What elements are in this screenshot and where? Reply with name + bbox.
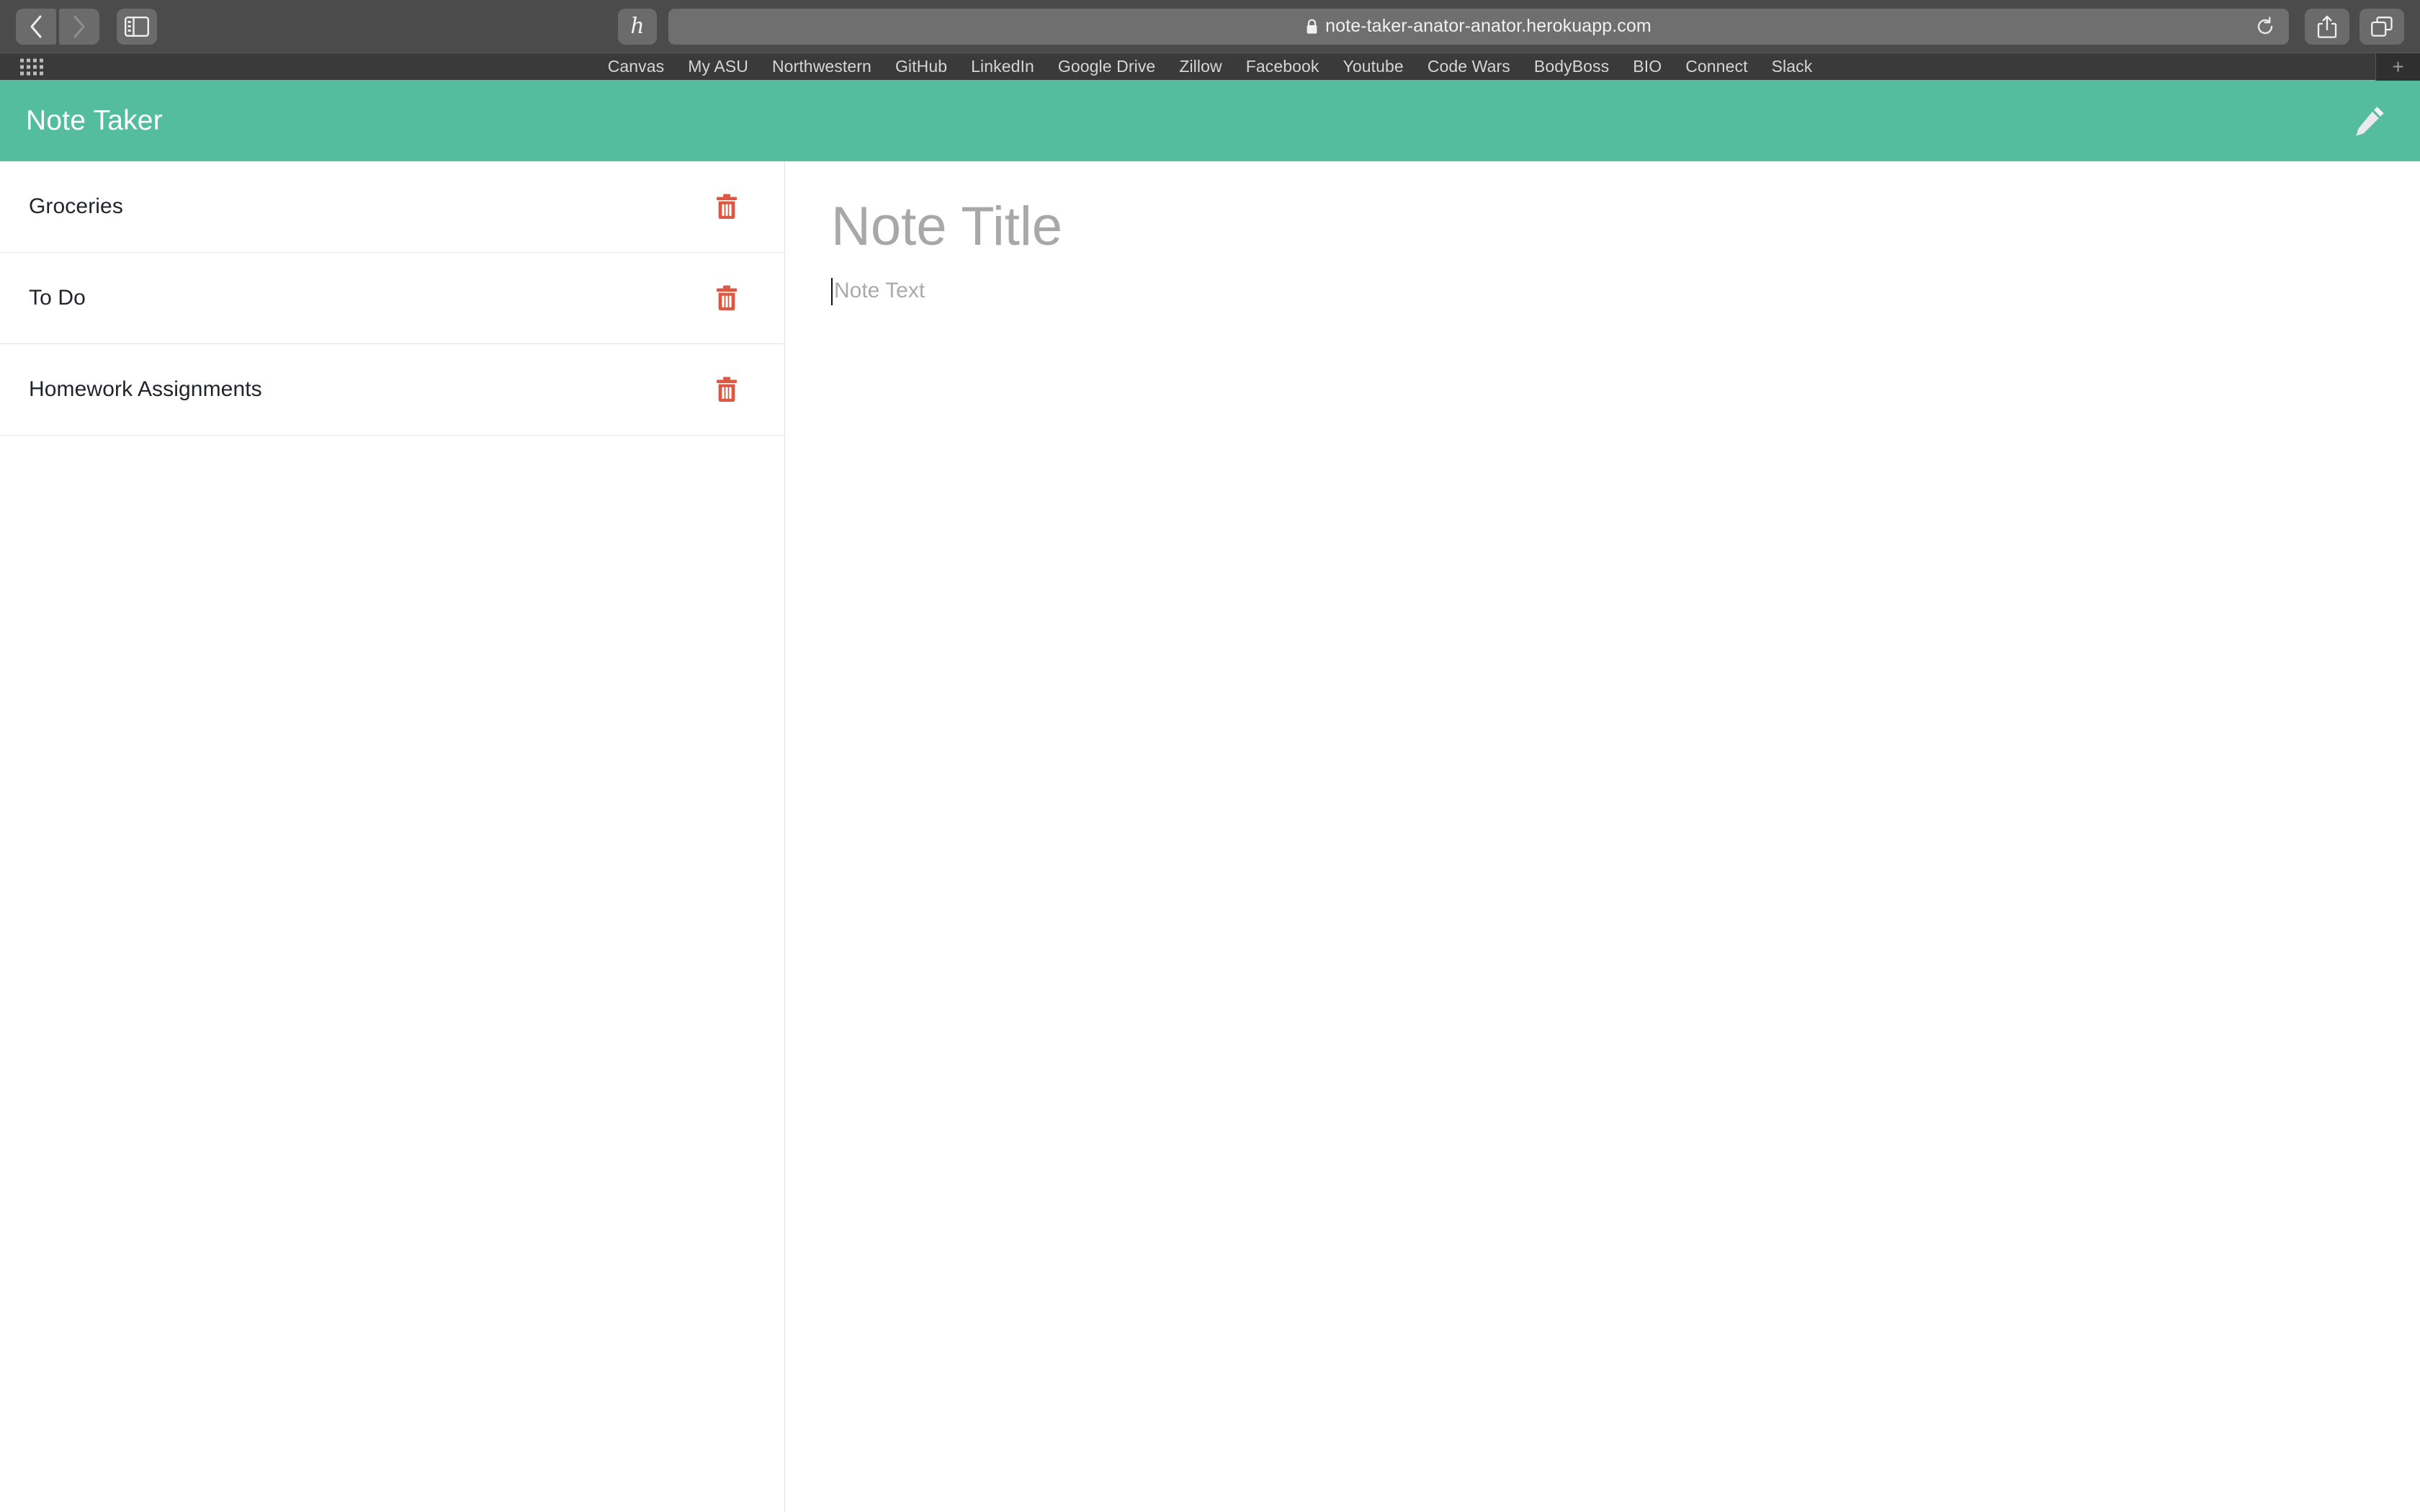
tab-overview-button[interactable]	[2360, 8, 2404, 45]
reload-icon	[2257, 16, 2273, 34]
tabs-icon	[2371, 16, 2393, 37]
forward-button[interactable]	[59, 8, 99, 45]
browser-chrome: h note-taker-anator-anator.herokuapp.com	[0, 0, 2420, 81]
bookmark-item[interactable]: Facebook	[1246, 57, 1319, 76]
note-item-title: To Do	[29, 286, 86, 310]
pencil-icon	[2356, 106, 2384, 136]
note-item-title: Groceries	[29, 194, 123, 218]
bookmark-list: Canvas My ASU Northwestern GitHub Linked…	[608, 57, 1813, 76]
back-button[interactable]	[16, 8, 56, 45]
bookmarks-bar: Canvas My ASU Northwestern GitHub Linked…	[0, 53, 2420, 81]
browser-toolbar: h note-taker-anator-anator.herokuapp.com	[0, 0, 2420, 53]
chevron-left-icon	[30, 15, 42, 37]
extension-button[interactable]: h	[618, 8, 657, 45]
bookmark-item[interactable]: Youtube	[1343, 57, 1404, 76]
delete-note-button[interactable]	[711, 191, 743, 222]
bookmark-item[interactable]: BodyBoss	[1534, 57, 1609, 76]
lock-icon	[1307, 19, 1317, 34]
note-editor	[785, 161, 2420, 1512]
app-body: Groceries To Do Homework Assignments Not…	[0, 161, 2420, 1512]
bookmark-item[interactable]: My ASU	[688, 57, 748, 76]
bookmark-item[interactable]: BIO	[1633, 57, 1662, 76]
bookmark-item[interactable]: Connect	[1685, 57, 1747, 76]
bookmark-item[interactable]: Northwestern	[772, 57, 871, 76]
note-list-item[interactable]: Groceries	[0, 161, 784, 253]
bookmark-item[interactable]: GitHub	[895, 57, 947, 76]
note-text-input[interactable]	[833, 276, 2358, 307]
trash-icon	[717, 285, 737, 310]
address-bar-content: note-taker-anator-anator.herokuapp.com	[1306, 16, 1652, 37]
note-text-row	[831, 276, 2420, 307]
note-item-title: Homework Assignments	[29, 377, 262, 401]
bookmark-item[interactable]: Canvas	[608, 57, 665, 76]
note-list-item[interactable]: To Do	[0, 253, 784, 344]
notes-list: Groceries To Do Homework Assignments	[0, 161, 785, 1512]
note-taker-app: Note Taker Groceries To Do Homework Assi…	[0, 80, 2420, 1512]
address-bar[interactable]: note-taker-anator-anator.herokuapp.com	[668, 8, 2289, 45]
trash-icon	[717, 194, 737, 219]
apps-grid-icon[interactable]	[20, 58, 43, 75]
share-button[interactable]	[2305, 8, 2349, 45]
sidebar-toggle-button[interactable]	[117, 8, 157, 45]
page-title: Note Taker	[26, 104, 163, 136]
delete-note-button[interactable]	[711, 374, 743, 405]
plus-icon: +	[2392, 55, 2404, 78]
note-list-item[interactable]: Homework Assignments	[0, 344, 784, 436]
bookmark-item[interactable]: Slack	[1772, 57, 1813, 76]
bookmark-item[interactable]: Zillow	[1179, 57, 1222, 76]
note-title-input[interactable]	[831, 194, 2357, 259]
chevron-right-icon	[73, 15, 85, 37]
delete-note-button[interactable]	[711, 282, 743, 314]
url-text: note-taker-anator-anator.herokuapp.com	[1325, 16, 1652, 36]
bookmark-item[interactable]: LinkedIn	[971, 57, 1034, 76]
new-tab-button[interactable]: +	[2375, 53, 2420, 81]
sidebar-icon	[125, 16, 149, 37]
extension-glyph: h	[630, 13, 645, 39]
reload-button[interactable]	[2254, 16, 2276, 37]
bookmark-item[interactable]: Google Drive	[1058, 57, 1155, 76]
toolbar-right-group	[2305, 8, 2404, 45]
bookmark-item[interactable]: Code Wars	[1428, 57, 1510, 76]
new-note-button[interactable]	[2347, 98, 2393, 144]
app-header: Note Taker	[0, 80, 2420, 161]
trash-icon	[717, 377, 737, 402]
share-icon	[2317, 15, 2337, 38]
